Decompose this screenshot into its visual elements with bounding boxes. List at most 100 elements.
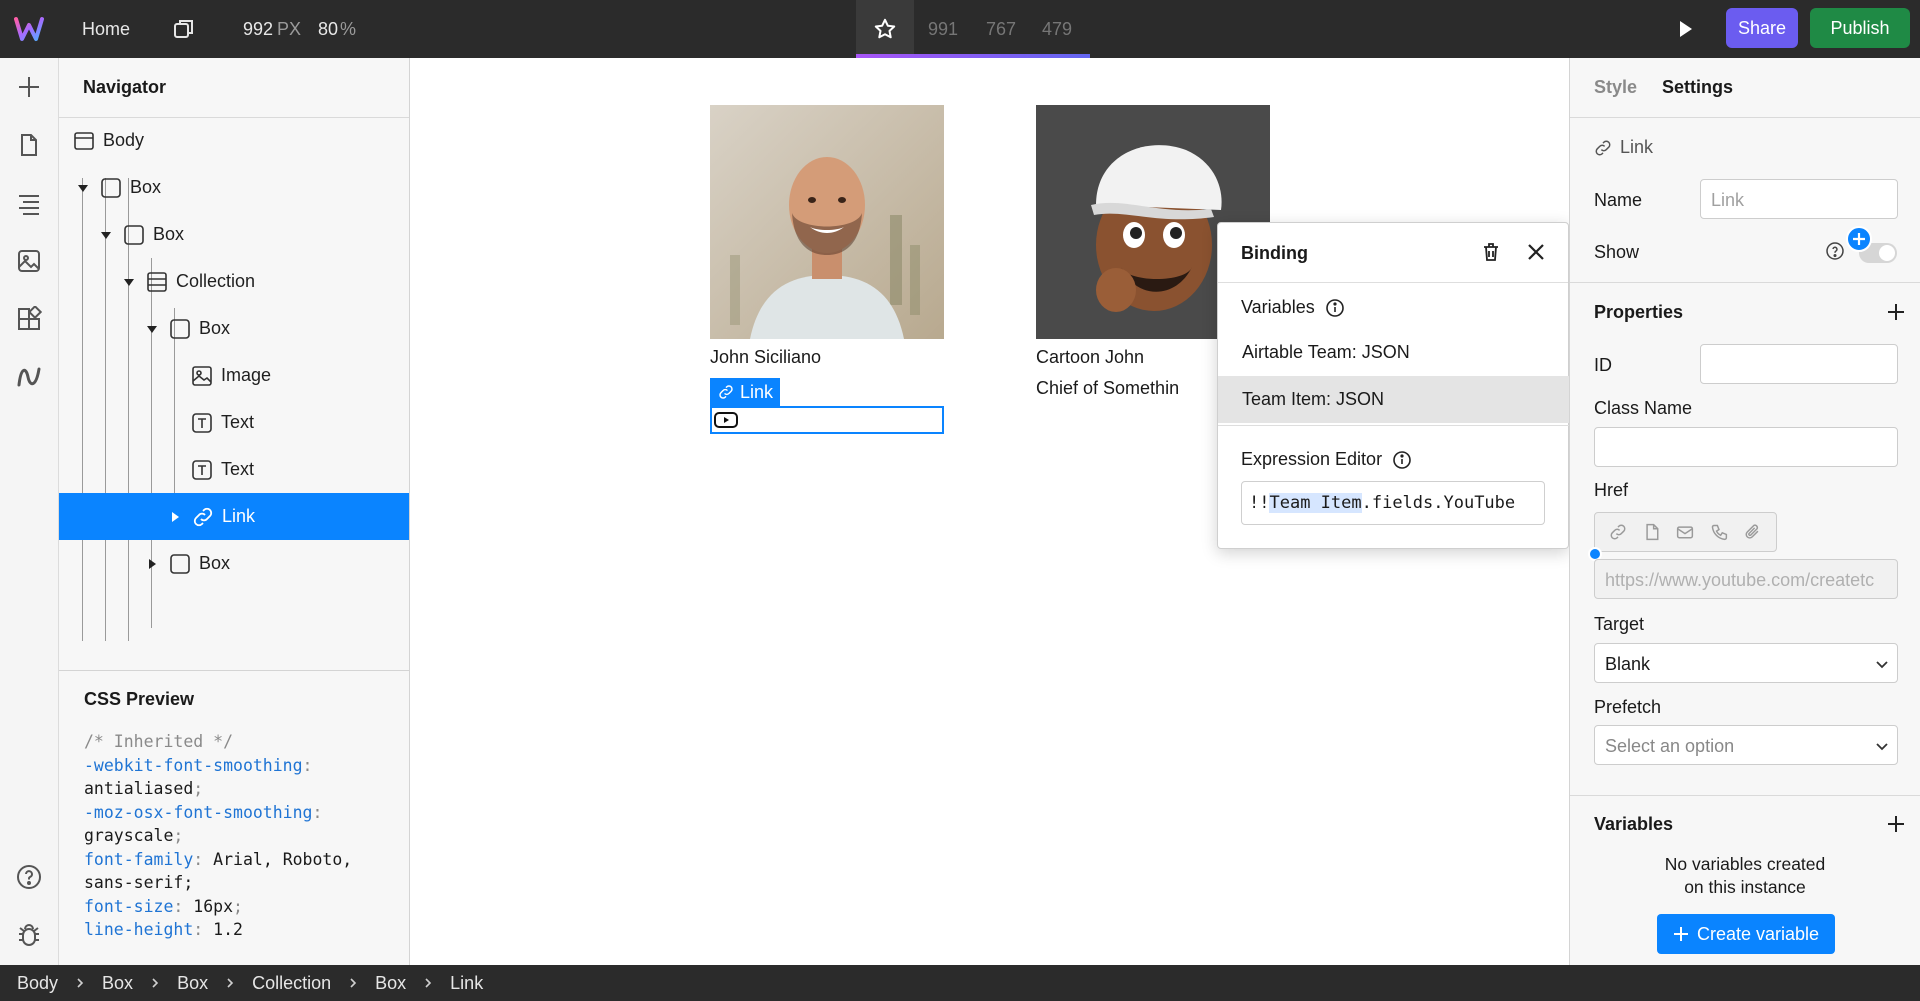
tree-item-box[interactable]: Box xyxy=(59,211,409,258)
logic-wave-icon[interactable] xyxy=(16,364,42,390)
caret-down-icon[interactable] xyxy=(122,275,136,289)
class-name-input[interactable] xyxy=(1594,427,1898,467)
trash-icon[interactable] xyxy=(1480,241,1502,263)
help-icon[interactable] xyxy=(1825,241,1845,261)
components-icon[interactable] xyxy=(16,306,42,332)
tree-item-text[interactable]: Text xyxy=(59,446,409,493)
add-variable-plus-icon[interactable] xyxy=(1886,814,1906,834)
bug-icon[interactable] xyxy=(16,922,42,948)
breadcrumb-item[interactable]: Box xyxy=(375,973,406,994)
home-link[interactable]: Home xyxy=(82,19,130,40)
assets-image-icon[interactable] xyxy=(16,248,42,274)
navigator-panel: Navigator Body Box Box Collection Box Im… xyxy=(59,58,410,965)
breadcrumb-item[interactable]: Body xyxy=(17,973,58,994)
caret-right-icon[interactable] xyxy=(145,557,159,571)
zoom-unit: % xyxy=(340,19,357,39)
tree-item-box[interactable]: Box xyxy=(59,305,409,352)
chevron-right-icon xyxy=(350,978,357,988)
tree-item-image[interactable]: Image xyxy=(59,352,409,399)
add-plus-icon[interactable] xyxy=(16,74,42,100)
plus-icon xyxy=(1673,927,1688,941)
caret-down-icon[interactable] xyxy=(99,228,113,242)
navigator-icon[interactable] xyxy=(16,190,42,216)
breakpoint-767[interactable]: 767 xyxy=(986,19,1016,40)
breakpoint-991[interactable]: 991 xyxy=(928,19,958,40)
href-url-input[interactable]: https://www.youtube.com/createtc xyxy=(1594,559,1898,599)
chevron-right-icon xyxy=(227,978,234,988)
share-button[interactable]: Share xyxy=(1726,8,1798,48)
tree-item-box[interactable]: Box xyxy=(59,540,409,587)
preview-play-icon[interactable] xyxy=(1674,18,1696,40)
close-icon[interactable] xyxy=(1525,241,1547,263)
breakpoint-479[interactable]: 479 xyxy=(1042,19,1072,40)
css-prop: -webkit-font-smoothing xyxy=(84,755,303,775)
email-icon[interactable] xyxy=(1676,523,1694,541)
page-link-icon[interactable] xyxy=(1643,523,1661,541)
target-select[interactable]: Blank xyxy=(1594,643,1898,683)
url-link-icon[interactable] xyxy=(1609,523,1627,541)
card-name-text[interactable]: Cartoon John xyxy=(1036,347,1144,368)
tree-item-collection[interactable]: Collection xyxy=(59,258,409,305)
tab-style[interactable]: Style xyxy=(1594,77,1637,98)
caret-right-icon[interactable] xyxy=(168,510,182,524)
breadcrumb-item[interactable]: Link xyxy=(450,973,483,994)
breadcrumb-item[interactable]: Box xyxy=(102,973,133,994)
card-subtitle-text[interactable]: Chief of Somethin xyxy=(1036,378,1179,399)
canvas-width-readout[interactable]: 992 PX xyxy=(243,19,301,40)
breadcrumb-item[interactable]: Collection xyxy=(252,973,331,994)
binding-popover: Binding Variables Airtable Team: JSON Te… xyxy=(1217,222,1569,549)
variables-heading: Variables xyxy=(1594,814,1674,834)
chevron-down-icon xyxy=(1876,661,1888,669)
tree-item-body[interactable]: Body xyxy=(59,117,409,164)
binding-title: Binding xyxy=(1241,243,1308,263)
add-binding-plus-icon[interactable] xyxy=(1846,226,1872,252)
css-preview-code: /* Inherited */ -webkit-font-smoothing: … xyxy=(84,732,353,939)
card-name-text[interactable]: John Siciliano xyxy=(710,347,821,368)
show-label: Show xyxy=(1594,242,1640,262)
add-property-plus-icon[interactable] xyxy=(1886,302,1906,322)
name-input[interactable]: Link xyxy=(1700,179,1898,219)
attachment-icon[interactable] xyxy=(1744,523,1762,541)
info-icon[interactable] xyxy=(1392,450,1412,470)
expression-editor-label: Expression Editor xyxy=(1241,449,1383,469)
caret-down-icon[interactable] xyxy=(145,322,159,336)
phone-icon[interactable] xyxy=(1710,523,1728,541)
expression-editor-input[interactable]: !!Team Item.fields.YouTube xyxy=(1241,481,1545,525)
section-divider xyxy=(1570,795,1920,796)
expression-prefix: !! xyxy=(1249,493,1270,513)
tree-item-link-selected[interactable]: Link xyxy=(59,493,409,540)
zoom-readout[interactable]: 80% xyxy=(318,19,356,40)
tree-item-label: Image xyxy=(221,365,272,385)
variable-option[interactable]: Airtable Team: JSON xyxy=(1218,329,1569,376)
section-divider xyxy=(1570,282,1920,283)
prefetch-label: Prefetch xyxy=(1594,697,1662,717)
caret-down-icon[interactable] xyxy=(76,181,90,195)
duplicate-pages-icon[interactable] xyxy=(172,17,196,41)
tree-item-text[interactable]: Text xyxy=(59,399,409,446)
info-icon[interactable] xyxy=(1325,298,1345,318)
expression-variable-token: Team Item xyxy=(1269,493,1362,513)
box-icon xyxy=(101,177,121,198)
selected-element-tag: Link xyxy=(710,378,780,406)
prefetch-select-placeholder: Select an option xyxy=(1605,736,1735,756)
expression-suffix: .fields.YouTube xyxy=(1361,493,1516,513)
id-input[interactable] xyxy=(1700,344,1898,384)
breadcrumb-item[interactable]: Box xyxy=(177,973,208,994)
variable-option-highlighted[interactable]: Team Item: JSON xyxy=(1218,376,1569,423)
chevron-right-icon xyxy=(152,978,159,988)
pages-icon[interactable] xyxy=(16,132,42,158)
team-member-photo[interactable] xyxy=(710,105,944,339)
tree-item-box[interactable]: Box xyxy=(59,164,409,211)
app-logo-icon[interactable] xyxy=(14,16,44,42)
css-preview-panel: CSS Preview /* Inherited */ -webkit-font… xyxy=(59,670,409,965)
tab-settings[interactable]: Settings xyxy=(1662,77,1733,98)
top-toolbar: Home 992 PX 80% 991 767 479 Share Publish xyxy=(0,0,1920,58)
tree-item-label: Box xyxy=(130,177,162,197)
help-icon[interactable] xyxy=(16,864,42,890)
base-breakpoint-star-icon[interactable] xyxy=(856,0,914,58)
create-variable-button[interactable]: Create variable xyxy=(1657,914,1835,954)
publish-button[interactable]: Publish xyxy=(1810,8,1910,48)
prefetch-select[interactable]: Select an option xyxy=(1594,725,1898,765)
selected-link-element[interactable] xyxy=(710,406,944,434)
css-prop: -moz-osx-font-smoothing xyxy=(84,802,313,822)
